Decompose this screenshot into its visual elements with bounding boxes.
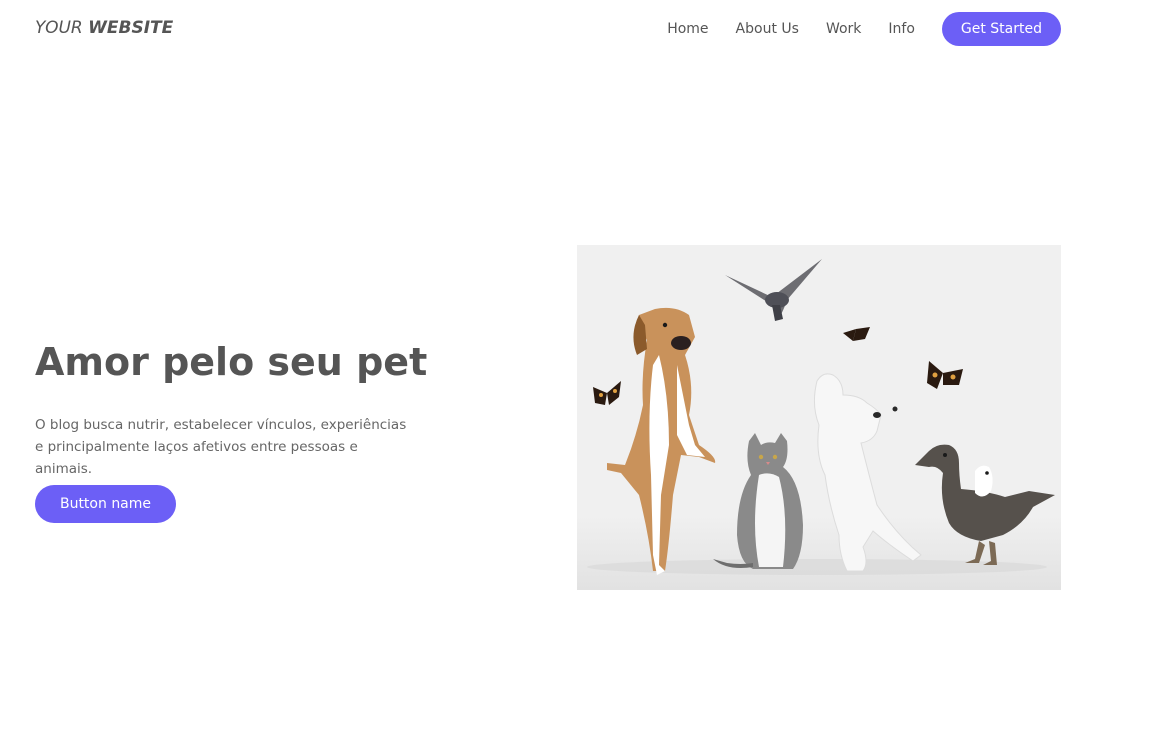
pets-illustration [577, 245, 1061, 590]
pets-hero-image [577, 245, 1061, 590]
hero-description: O blog busca nutrir, estabelecer vínculo… [35, 417, 407, 477]
hero-button[interactable]: Button name [35, 485, 176, 523]
nav-info[interactable]: Info [888, 12, 915, 46]
get-started-button[interactable]: Get Started [941, 12, 1061, 46]
hero-title: Amor pelo seu pet [35, 340, 428, 384]
nav-work[interactable]: Work [826, 12, 861, 46]
logo-bold: WEBSITE [88, 18, 174, 38]
nav-home[interactable]: Home [667, 12, 708, 46]
main-nav: Home About Us Work Info Get Started [667, 12, 1061, 46]
logo-prefix: YOUR [35, 18, 83, 38]
nav-about-us[interactable]: About Us [736, 12, 799, 46]
site-logo[interactable]: YOUR WEBSITE [35, 18, 173, 38]
